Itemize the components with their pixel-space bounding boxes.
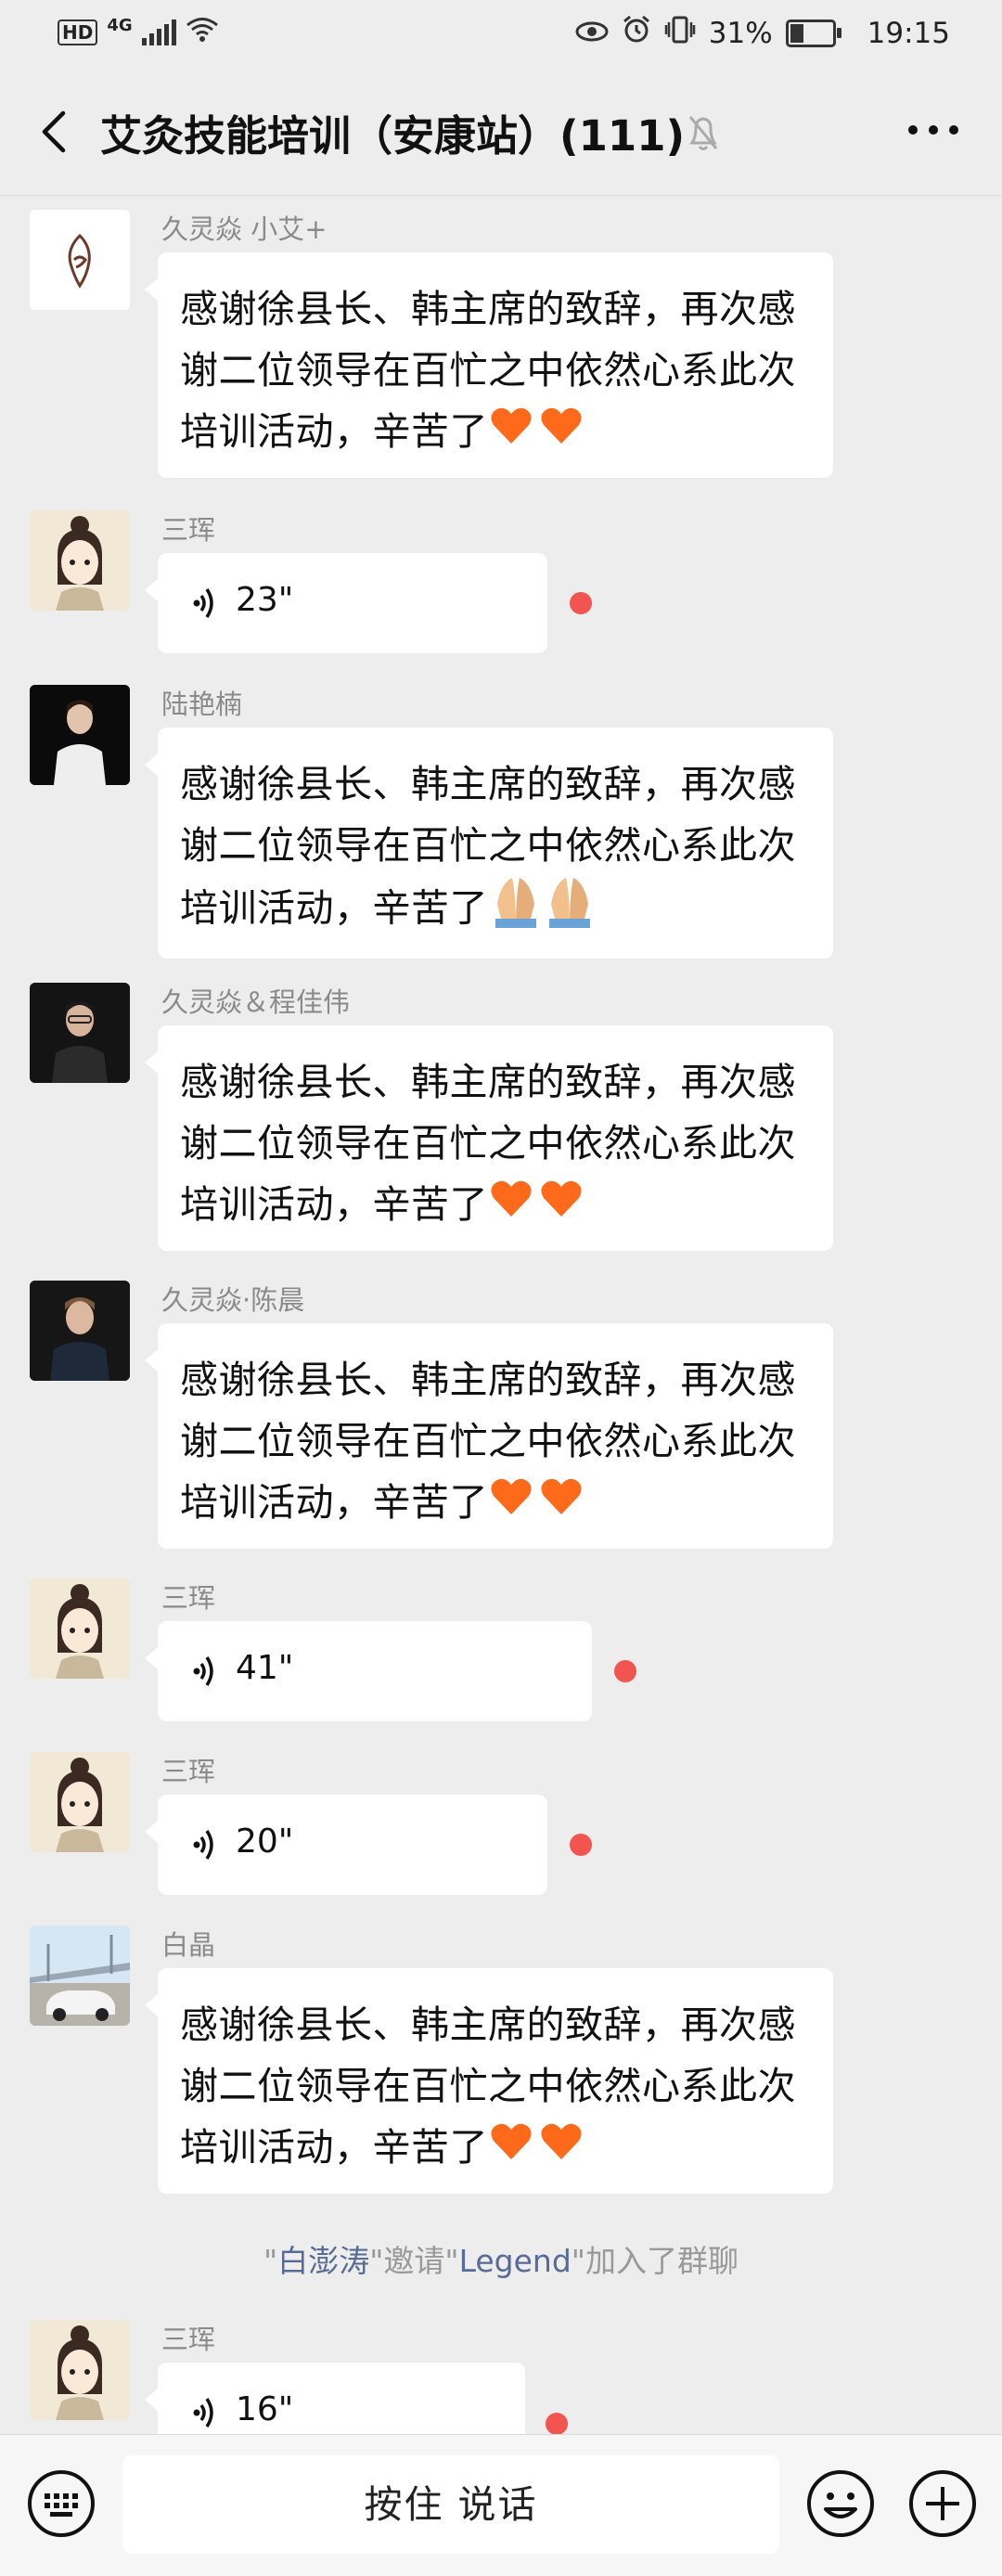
avatar[interactable] — [30, 510, 130, 611]
voice-duration: 20" — [236, 1823, 294, 1861]
sender-name: 三珲 — [161, 1756, 216, 1787]
unread-dot — [570, 592, 592, 614]
plus-icon[interactable] — [907, 2468, 978, 2539]
clock: 19:15 — [867, 17, 950, 50]
message-bubble[interactable]: 感谢徐县长、韩主席的致辞，再次感谢二位领导在百忙之中依然心系此次培训活动，辛苦了 — [145, 1323, 833, 1549]
keyboard-icon[interactable] — [26, 2468, 96, 2539]
pray-emoji-icon — [488, 876, 596, 946]
voice-duration: 41" — [236, 1649, 294, 1687]
status-right: 31% 19:15 — [575, 15, 950, 52]
message-bubble[interactable]: 感谢徐县长、韩主席的致辞，再次感谢二位领导在百忙之中依然心系此次培训活动，辛苦了 — [145, 1025, 833, 1251]
avatar[interactable] — [30, 210, 130, 310]
voice-message[interactable]: 41" — [145, 1621, 592, 1721]
chat-title: 艾灸技能培训（安康站）(111) — [100, 111, 686, 161]
message-bubble[interactable]: 感谢徐县长、韩主席的致辞，再次感谢二位领导在百忙之中依然心系此次培训活动，辛苦了 — [145, 728, 833, 959]
voice-message[interactable]: 23" — [145, 553, 547, 653]
wifi-icon — [186, 17, 219, 48]
avatar[interactable] — [30, 1281, 130, 1381]
voice-duration: 23" — [236, 581, 294, 619]
sender-name: 白晶 — [161, 1929, 216, 1961]
eye-icon — [575, 18, 609, 50]
voice-message[interactable]: 20" — [145, 1795, 547, 1895]
battery-percent: 31% — [708, 17, 773, 50]
heart-emoji-icon — [488, 1177, 584, 1238]
signal-icon — [141, 19, 176, 45]
sender-name: 陆艳楠 — [161, 689, 243, 720]
heart-emoji-icon — [488, 1475, 584, 1536]
hold-to-talk-button[interactable]: 按住 说话 — [122, 2455, 779, 2554]
heart-emoji-icon — [488, 2119, 584, 2181]
voice-wave-icon — [191, 1651, 219, 1692]
message-text: 感谢徐县长、韩主席的致辞，再次感谢二位领导在百忙之中依然心系此次培训活动，辛苦了 — [158, 1025, 833, 1251]
message-text: 感谢徐县长、韩主席的致辞，再次感谢二位领导在百忙之中依然心系此次培训活动，辛苦了 — [158, 728, 833, 959]
emoji-icon[interactable] — [805, 2468, 876, 2539]
sender-name: 久灵焱 小艾+ — [161, 213, 328, 245]
avatar[interactable] — [30, 1578, 130, 1679]
network-type: 4G — [107, 15, 133, 35]
sender-name: 久灵焱·陈晨 — [161, 1284, 305, 1316]
hd-badge: HD — [58, 19, 98, 45]
input-bar: 按住 说话 — [0, 2434, 1002, 2576]
sender-name: 三珲 — [161, 1582, 216, 1614]
vibrate-icon — [664, 15, 696, 52]
message-bubble[interactable]: 感谢徐县长、韩主席的致辞，再次感谢二位领导在百忙之中依然心系此次培训活动，辛苦了 — [145, 252, 833, 478]
invitee-name[interactable]: Legend — [459, 2243, 572, 2279]
status-bar: HD 4G 31% 19:15 — [0, 0, 1002, 71]
message-text: 感谢徐县长、韩主席的致辞，再次感谢二位领导在百忙之中依然心系此次培训活动，辛苦了 — [158, 252, 833, 478]
battery-icon — [785, 19, 841, 47]
avatar[interactable] — [30, 1926, 130, 2026]
message-text: 感谢徐县长、韩主席的致辞，再次感谢二位领导在百忙之中依然心系此次培训活动，辛苦了 — [158, 1968, 833, 2194]
avatar[interactable] — [30, 1752, 130, 1852]
unread-dot — [614, 1660, 636, 1682]
system-message: "白澎涛"邀请"Legend"加入了群聊 — [263, 2243, 739, 2279]
voice-wave-icon — [191, 2392, 219, 2433]
heart-emoji-icon — [488, 404, 584, 465]
avatar[interactable] — [30, 983, 130, 1083]
status-left: HD 4G — [58, 15, 219, 48]
inviter-name[interactable]: 白澎涛 — [277, 2243, 369, 2279]
mute-bell-icon — [685, 111, 722, 154]
unread-dot — [546, 2413, 568, 2435]
sender-name: 三珲 — [161, 514, 216, 546]
message-bubble[interactable]: 感谢徐县长、韩主席的致辞，再次感谢二位领导在百忙之中依然心系此次培训活动，辛苦了 — [145, 1968, 833, 2194]
alarm-icon — [622, 15, 651, 52]
chat-header: 艾灸技能培训（安康站）(111) — [0, 71, 1002, 196]
voice-wave-icon — [191, 583, 219, 624]
message-text: 感谢徐县长、韩主席的致辞，再次感谢二位领导在百忙之中依然心系此次培训活动，辛苦了 — [158, 1323, 833, 1549]
unread-dot — [570, 1834, 592, 1856]
voice-duration: 16" — [236, 2390, 294, 2428]
more-icon[interactable] — [902, 111, 965, 148]
avatar[interactable] — [30, 2320, 130, 2420]
sender-name: 久灵焱＆程佳伟 — [161, 986, 351, 1018]
avatar[interactable] — [30, 685, 130, 785]
voice-wave-icon — [191, 1824, 219, 1865]
sender-name: 三珲 — [161, 2324, 216, 2355]
back-arrow-icon[interactable] — [32, 104, 82, 160]
